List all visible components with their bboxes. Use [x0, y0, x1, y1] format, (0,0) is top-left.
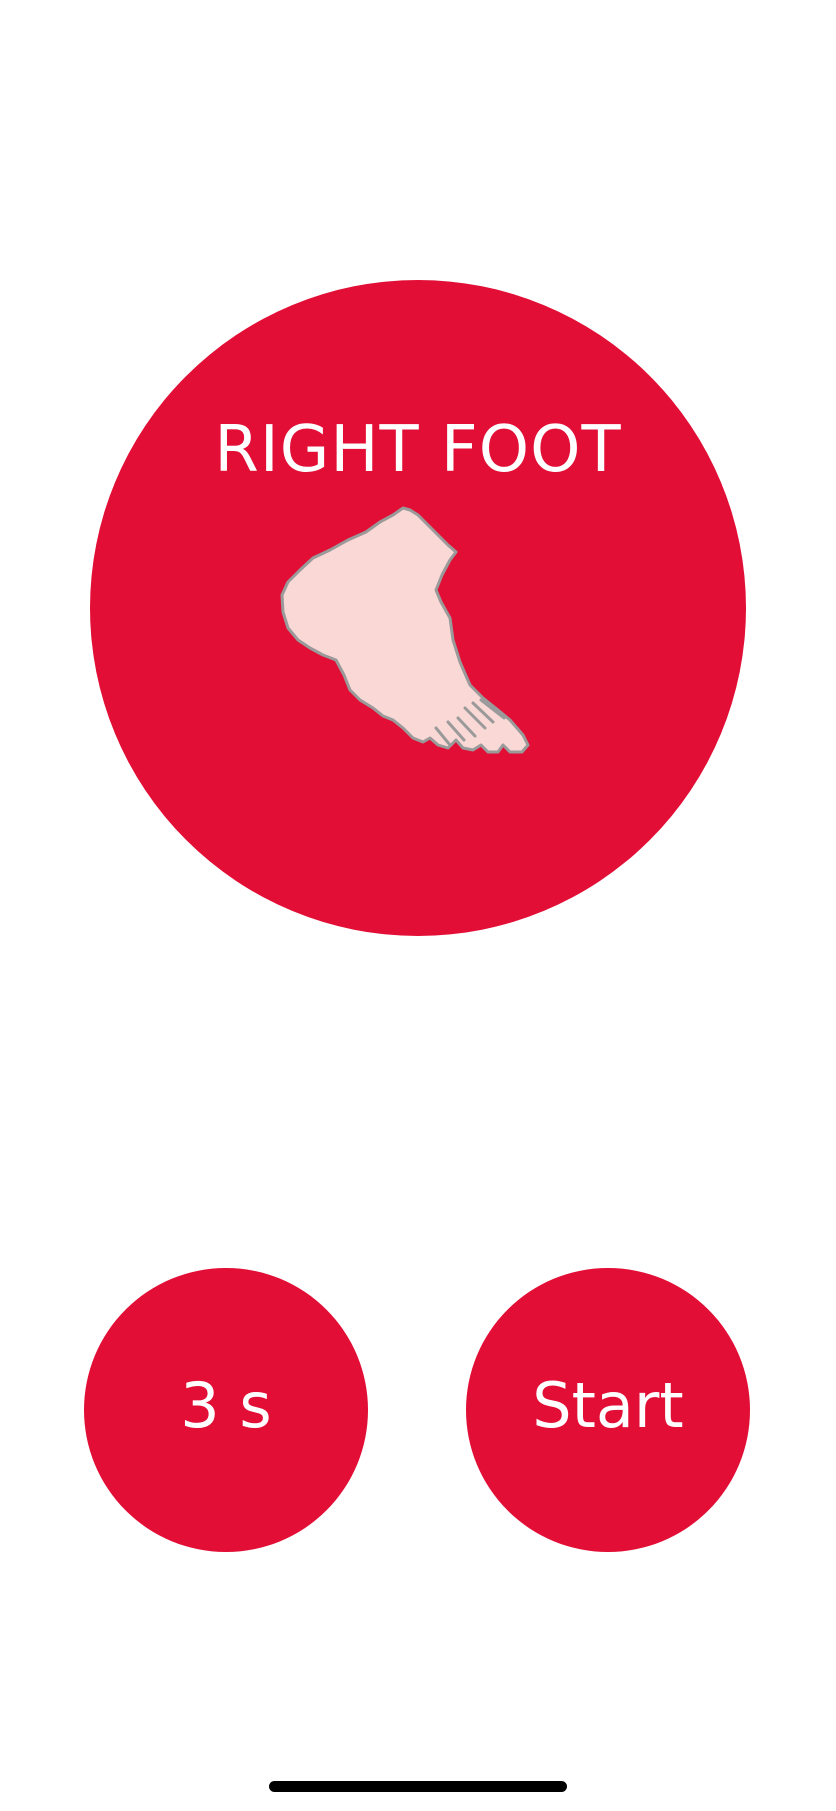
exercise-card[interactable]: RIGHT FOOT	[90, 280, 746, 936]
start-label: Start	[532, 1369, 684, 1442]
start-button[interactable]: Start	[466, 1268, 750, 1552]
duration-button[interactable]: 3 s	[84, 1268, 368, 1552]
screen: RIGHT FOOT 3 s Start	[0, 0, 836, 1811]
home-indicator[interactable]	[269, 1781, 567, 1792]
exercise-title: RIGHT FOOT	[214, 413, 622, 487]
duration-label: 3 s	[180, 1369, 272, 1442]
right-foot-illustration	[280, 506, 530, 754]
